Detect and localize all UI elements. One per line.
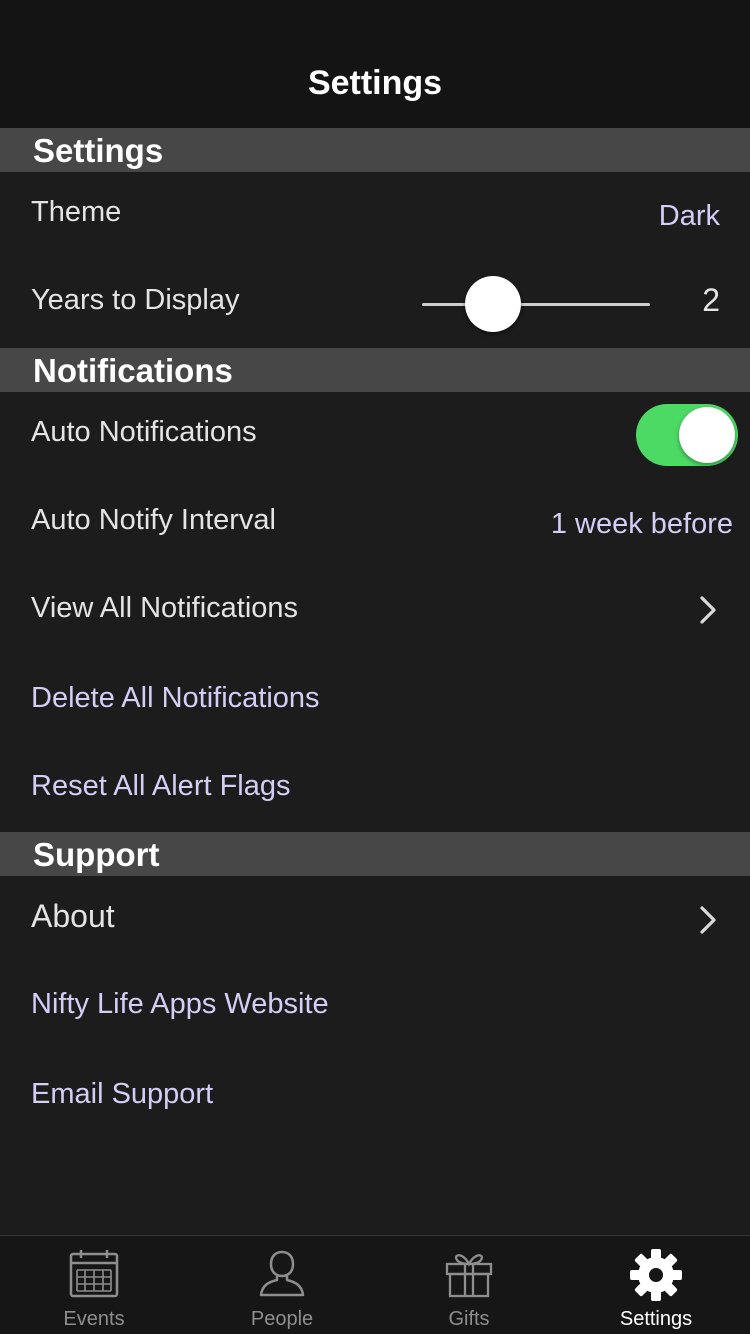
view-all-notifications-row[interactable]: View All Notifications [0,568,750,656]
years-value: 2 [702,282,720,318]
reset-alert-flags-link[interactable]: Reset All Alert Flags [31,770,291,803]
navigation-bar: Settings [0,0,750,129]
chevron-right-icon [700,906,716,934]
section-header-support: Support [0,832,750,876]
delete-all-notifications-link[interactable]: Delete All Notifications [31,682,320,715]
website-row[interactable]: Nifty Life Apps Website [0,964,750,1052]
auto-notify-interval-row[interactable]: Auto Notify Interval 1 week before [0,480,750,568]
theme-value[interactable]: Dark [659,200,720,233]
tab-label: Gifts [448,1308,490,1330]
view-all-notifications-label: View All Notifications [31,592,299,624]
section-header-label: Settings [33,132,164,169]
calendar-icon [69,1250,119,1298]
delete-all-notifications-row[interactable]: Delete All Notifications [0,658,750,746]
person-icon [259,1250,305,1297]
auto-notifications-row: Auto Notifications [0,392,750,480]
tab-label: People [250,1308,314,1330]
tab-label: Events [63,1308,125,1330]
auto-notifications-toggle[interactable] [636,404,738,466]
slider-thumb[interactable] [465,276,521,332]
auto-notify-interval-value[interactable]: 1 week before [551,508,733,541]
reset-alert-flags-row[interactable]: Reset All Alert Flags [0,746,750,834]
gift-icon [445,1254,493,1298]
tab-gifts[interactable]: Gifts [375,1236,563,1334]
years-to-display-row: Years to Display 2 [0,260,750,348]
about-row[interactable]: About [0,876,750,964]
auto-notify-interval-label: Auto Notify Interval [31,504,276,536]
section-header-label: Notifications [33,352,233,389]
slider-track [422,303,650,306]
section-header-label: Support [33,836,160,873]
about-label: About [31,898,115,934]
tab-people[interactable]: People [188,1236,376,1334]
auto-notifications-label: Auto Notifications [31,416,257,448]
tab-settings[interactable]: Settings [562,1236,750,1334]
page-title: Settings [307,64,443,102]
chevron-right-icon [700,596,716,624]
tab-label: Settings [619,1308,693,1330]
section-header-notifications: Notifications [0,348,750,392]
theme-label: Theme [31,196,122,228]
tab-bar: Events People Gifts Settings [0,1235,750,1334]
section-header-settings: Settings [0,128,750,172]
years-to-display-label: Years to Display [31,284,240,316]
email-support-link[interactable]: Email Support [31,1078,213,1111]
email-support-row[interactable]: Email Support [0,1054,750,1142]
gear-icon [630,1249,682,1301]
years-slider[interactable] [422,260,650,348]
toggle-knob [679,407,735,463]
nifty-life-apps-website-link[interactable]: Nifty Life Apps Website [31,988,329,1021]
theme-row[interactable]: Theme Dark [0,172,750,260]
tab-events[interactable]: Events [0,1236,188,1334]
